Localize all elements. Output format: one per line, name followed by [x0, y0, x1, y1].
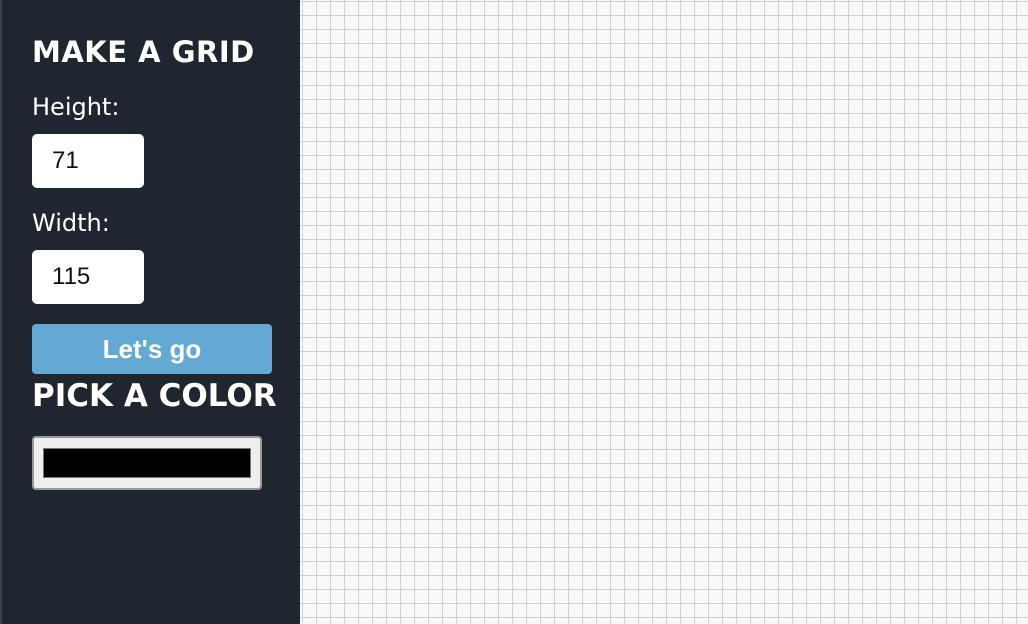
color-swatch	[43, 448, 251, 478]
pick-color-title: PICK A COLOR	[32, 378, 277, 414]
lets-go-button[interactable]: Let's go	[32, 324, 272, 374]
width-input[interactable]	[32, 250, 144, 304]
sidebar: MAKE A GRID Height: Width: Let's go PICK…	[0, 0, 300, 624]
height-label: Height:	[32, 93, 120, 121]
make-grid-title: MAKE A GRID	[32, 35, 255, 69]
pixel-grid-canvas[interactable]	[300, 0, 1028, 624]
width-label: Width:	[32, 209, 110, 237]
height-input[interactable]	[32, 134, 144, 188]
app-root: MAKE A GRID Height: Width: Let's go PICK…	[0, 0, 1028, 624]
color-picker[interactable]	[32, 436, 262, 490]
